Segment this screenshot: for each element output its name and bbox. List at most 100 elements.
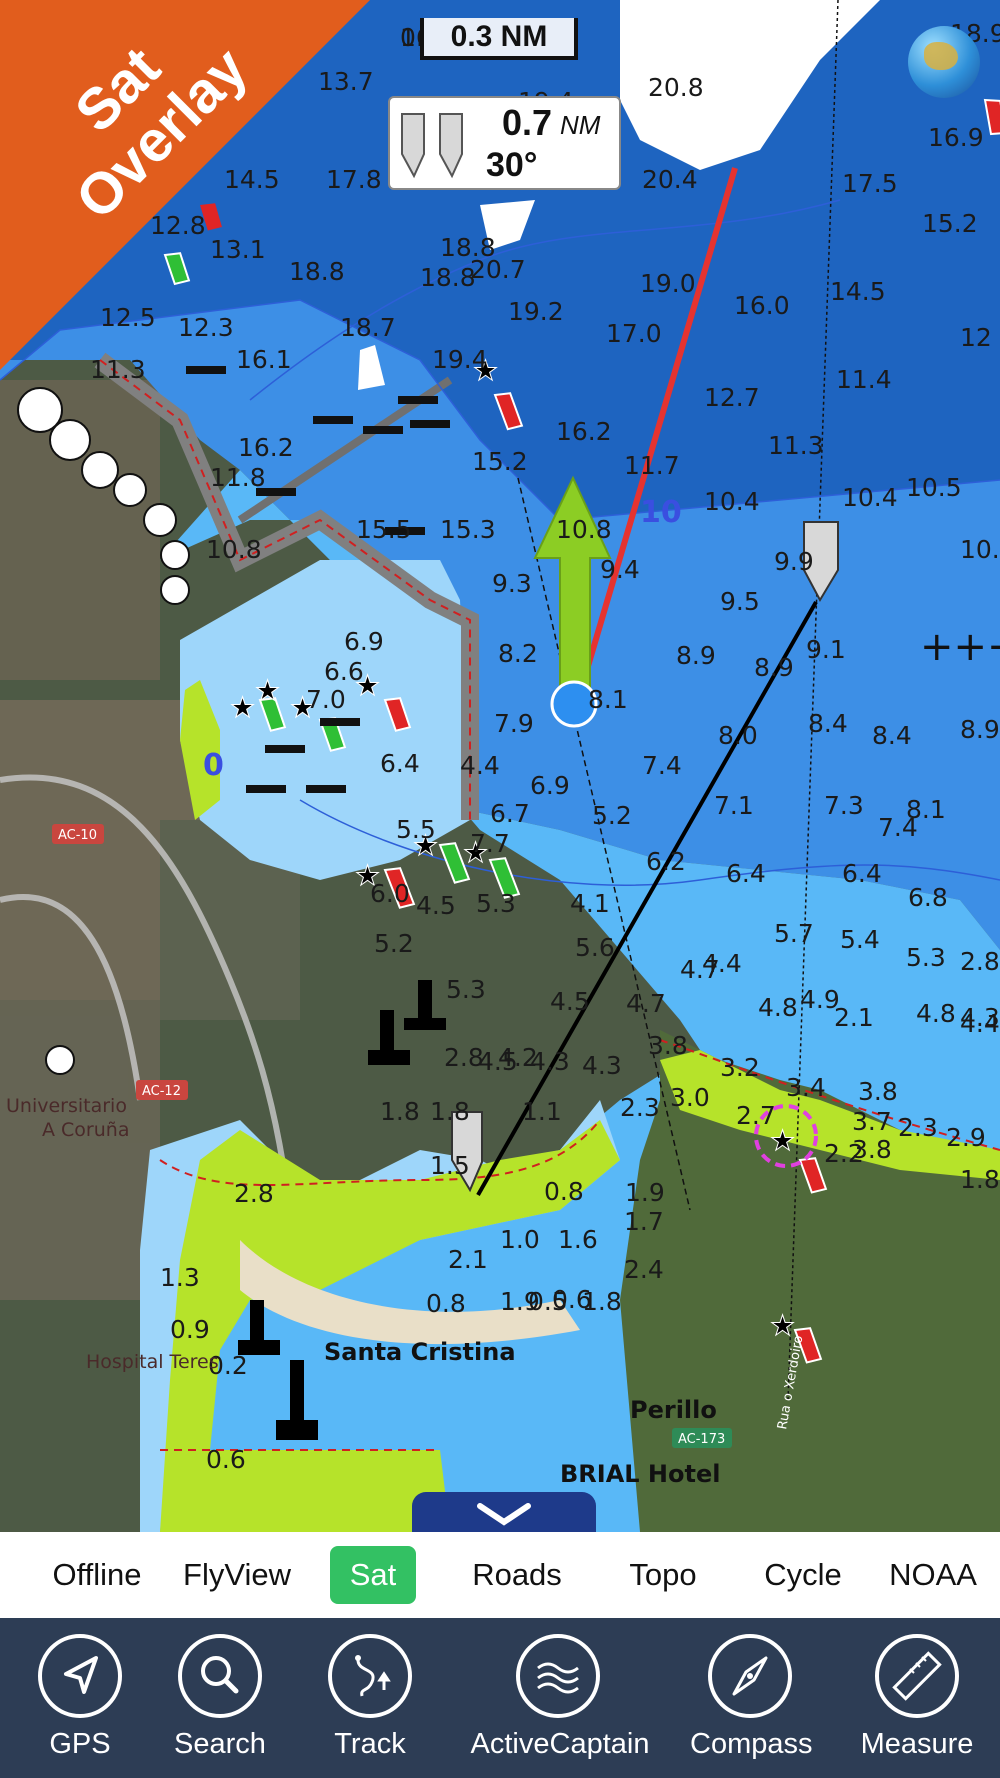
depth-sounding: 12 bbox=[960, 323, 992, 352]
depth-sounding: 2.8 bbox=[960, 947, 1000, 976]
depth-sounding: 2.2 bbox=[824, 1139, 864, 1168]
measure-button[interactable]: Measure bbox=[852, 1618, 982, 1778]
depth-sounding: 10.4 bbox=[704, 487, 760, 516]
depth-sounding: 2.3 bbox=[898, 1113, 938, 1142]
depth-sounding: 3.7 bbox=[852, 1107, 892, 1136]
depth-sounding: 10.2 bbox=[960, 535, 1000, 564]
place-label-universitario: Universitario bbox=[6, 1095, 127, 1117]
depth-sounding: 11.8 bbox=[210, 463, 266, 492]
depth-sounding: 6.4 bbox=[842, 859, 882, 888]
compass-icon bbox=[708, 1634, 792, 1718]
depth-sounding: 7.0 bbox=[306, 685, 346, 714]
depth-sounding: 15.2 bbox=[922, 209, 978, 238]
tab-noaa[interactable]: NOAA bbox=[870, 1546, 996, 1604]
depth-sounding: 1.1 bbox=[522, 1097, 562, 1126]
depth-sounding: 1.6 bbox=[558, 1225, 598, 1254]
tab-cycle[interactable]: Cycle bbox=[740, 1546, 866, 1604]
wreck-icon: +++ bbox=[920, 624, 1000, 670]
activecaptain-label: ActiveCaptain bbox=[470, 1728, 650, 1760]
depth-sounding: 2.4 bbox=[624, 1255, 664, 1284]
depth-sounding: 8.9 bbox=[754, 653, 794, 682]
depth-sounding: 4.3 bbox=[530, 1047, 570, 1076]
depth-sounding: 1.8 bbox=[380, 1097, 420, 1126]
depth-sounding: 16.2 bbox=[238, 433, 294, 462]
measure-distance: 0.7 bbox=[502, 102, 553, 143]
depth-sounding: 5.2 bbox=[592, 801, 632, 830]
depth-sounding: 15.5 bbox=[356, 515, 412, 544]
track-label: Track bbox=[334, 1728, 406, 1760]
depth-sounding: 3.2 bbox=[720, 1053, 760, 1082]
gps-button[interactable]: GPS bbox=[20, 1618, 140, 1778]
depth-sounding: 0.8 bbox=[426, 1289, 466, 1318]
depth-sounding: 6.9 bbox=[344, 627, 384, 656]
compass-button[interactable]: Compass bbox=[690, 1618, 813, 1778]
depth-sounding: 1.9 bbox=[625, 1178, 665, 1207]
depth-sounding: 19.2 bbox=[508, 297, 564, 326]
tab-flyview[interactable]: FlyView bbox=[170, 1546, 304, 1604]
activecaptain-button[interactable]: ActiveCaptain bbox=[450, 1618, 670, 1778]
depth-sounding: 8.2 bbox=[498, 639, 538, 668]
depth-sounding: 1.3 bbox=[160, 1263, 200, 1292]
road-shield-ac173: AC-173 bbox=[672, 1428, 732, 1448]
svg-text:AC-173: AC-173 bbox=[678, 1432, 725, 1447]
depth-sounding: 4.4 bbox=[960, 1009, 1000, 1038]
place-label-perillo: Perillo bbox=[630, 1396, 717, 1424]
depth-sounding: 8.4 bbox=[872, 721, 912, 750]
tab-offline[interactable]: Offline bbox=[30, 1546, 164, 1604]
magnifier-icon bbox=[178, 1634, 262, 1718]
depth-sounding: 2.9 bbox=[946, 1123, 986, 1152]
depth-sounding: 3.8 bbox=[858, 1077, 898, 1106]
depth-sounding: 20.8 bbox=[648, 73, 704, 102]
depth-sounding: 10.5 bbox=[906, 473, 962, 502]
depth-sounding: 6.7 bbox=[490, 799, 530, 828]
tab-roads[interactable]: Roads bbox=[450, 1546, 584, 1604]
measurement-readout[interactable]: 0.7 NM 30° bbox=[388, 96, 621, 190]
depth-sounding: 18.8 bbox=[420, 263, 476, 292]
tab-sat[interactable]: Sat bbox=[330, 1546, 416, 1604]
depth-sounding: 1.8 bbox=[430, 1097, 470, 1126]
depth-sounding: 4.3 bbox=[582, 1051, 622, 1080]
depth-sounding: 10.8 bbox=[206, 535, 262, 564]
depth-sounding: 9.3 bbox=[492, 569, 532, 598]
depth-sounding: 5.2 bbox=[374, 929, 414, 958]
depth-sounding: 2.3 bbox=[620, 1093, 660, 1122]
depth-sounding: 11.4 bbox=[836, 365, 892, 394]
depth-sounding: 15.2 bbox=[472, 447, 528, 476]
globe-icon[interactable] bbox=[908, 26, 980, 98]
depth-sounding: 2.8 bbox=[234, 1179, 274, 1208]
contour-label: 0 bbox=[203, 748, 224, 783]
tab-topo[interactable]: Topo bbox=[600, 1546, 726, 1604]
chart-map[interactable]: ★ ★ ★ ★ ★ ★ ★ ★ ★ ★ +++ bbox=[0, 0, 1000, 1532]
depth-sounding: 4.1 bbox=[570, 889, 610, 918]
depth-sounding: 19.0 bbox=[640, 269, 696, 298]
depth-sounding: 7.1 bbox=[714, 791, 754, 820]
depth-sounding: 4.5 bbox=[416, 891, 456, 920]
depth-sounding: 4.4 bbox=[460, 751, 500, 780]
depth-sounding: 8.0 bbox=[718, 721, 758, 750]
depth-sounding: 9.4 bbox=[600, 555, 640, 584]
depth-sounding: 16.9 bbox=[928, 123, 984, 152]
depth-sounding: 5.3 bbox=[906, 943, 946, 972]
depth-sounding: 19.4 bbox=[432, 345, 488, 374]
track-path-icon bbox=[328, 1634, 412, 1718]
depth-sounding: 5.3 bbox=[446, 975, 486, 1004]
light-star-icon: ★ bbox=[230, 691, 255, 724]
depth-sounding: 8.4 bbox=[808, 709, 848, 738]
depth-sounding: 7.9 bbox=[494, 709, 534, 738]
place-label-santa-cristina: Santa Cristina bbox=[324, 1338, 516, 1366]
depth-sounding: 1.7 bbox=[624, 1207, 664, 1236]
place-label-a-coruna: A Coruña bbox=[42, 1119, 129, 1141]
search-button[interactable]: Search bbox=[160, 1618, 280, 1778]
depth-sounding: 10.4 bbox=[842, 483, 898, 512]
collapse-panel-button[interactable] bbox=[412, 1492, 596, 1532]
depth-sounding: 12.7 bbox=[704, 383, 760, 412]
scale-bar: 0.3 NM bbox=[420, 18, 578, 60]
depth-sounding: 4.8 bbox=[758, 993, 798, 1022]
depth-sounding: 3.4 bbox=[786, 1073, 826, 1102]
search-label: Search bbox=[174, 1728, 266, 1760]
depth-sounding: 2.1 bbox=[448, 1245, 488, 1274]
compass-label: Compass bbox=[690, 1728, 813, 1760]
measure-label: Measure bbox=[860, 1728, 974, 1760]
track-button[interactable]: Track bbox=[310, 1618, 430, 1778]
contour-label: 10 bbox=[640, 495, 682, 530]
